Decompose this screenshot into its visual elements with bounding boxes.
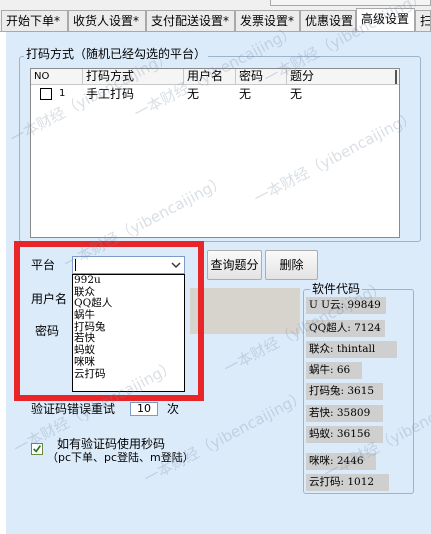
- tab-discount-settings[interactable]: 优惠设置: [300, 10, 356, 32]
- software-code-damatu: 打码兔: 3615: [306, 383, 383, 400]
- row-method: 手工打码: [86, 87, 135, 101]
- platform-option-mimi[interactable]: 咪咪: [73, 356, 184, 369]
- platform-option-woniu[interactable]: 蜗牛: [73, 309, 184, 322]
- row-password: 无: [239, 87, 252, 101]
- captcha-retry-unit: 次: [167, 402, 180, 416]
- platform-option-992u[interactable]: 992u: [73, 274, 184, 287]
- text-caret: [75, 259, 76, 271]
- software-code-ruokuai: 若快: 35809: [306, 405, 383, 422]
- tab-start-order[interactable]: 开始下单*: [1, 10, 68, 32]
- seckill-sublabel: （pc下单、pc登陆、m登陆）: [47, 451, 194, 464]
- row-score: 无: [290, 87, 303, 101]
- seckill-checkbox[interactable]: [31, 443, 43, 455]
- tab-invoice-settings[interactable]: 发票设置*: [235, 10, 300, 32]
- software-code-lianzhong: 联众: thintall: [306, 341, 397, 358]
- captcha-method-list[interactable]: NO 打码方式 用户名 密码 题分 1 手工打码 无 无 无: [30, 68, 400, 238]
- username-field[interactable]: [190, 288, 300, 334]
- row-no: 1: [59, 88, 66, 99]
- chevron-down-icon[interactable]: [168, 257, 184, 273]
- tab-payment-delivery[interactable]: 支付配送设置*: [146, 10, 235, 32]
- column-header-method[interactable]: 打码方式: [83, 69, 184, 85]
- software-code-uuyun: U U云: 99849: [306, 297, 386, 314]
- column-header-password[interactable]: 密码: [236, 69, 287, 85]
- tab-advanced-settings[interactable]: 高级设置: [356, 8, 415, 32]
- column-header-username[interactable]: 用户名: [184, 69, 236, 85]
- platform-option-yundama[interactable]: 云打码: [73, 368, 184, 381]
- checkmark-icon: [33, 445, 42, 453]
- seckill-label[interactable]: 如有验证码使用秒码: [57, 437, 165, 451]
- table-row[interactable]: 1 手工打码 无 无 无: [31, 86, 399, 102]
- captcha-retry-label: 验证码错误重试: [31, 402, 116, 416]
- captcha-retry-input[interactable]: 10: [130, 402, 158, 416]
- platform-dropdown-list[interactable]: 992u 联众 QQ超人 蜗牛 打码兔 若快 蚂蚁 咪咪 云打码: [72, 274, 185, 392]
- password-label: 密码: [35, 324, 60, 338]
- software-code-woniu: 蜗牛: 66: [306, 362, 362, 379]
- software-code-qqchaoren: QQ超人: 7124: [306, 320, 385, 337]
- row-checkbox[interactable]: [40, 88, 52, 100]
- platform-label: 平台: [31, 258, 56, 272]
- tab-receiver-settings[interactable]: 收货人设置*: [68, 10, 146, 32]
- captcha-method-group-title: 打码方式（随机已经勾选的平台）: [24, 47, 209, 61]
- top-strip: [270, 0, 431, 6]
- list-header: NO 打码方式 用户名 密码 题分: [31, 69, 399, 85]
- row-username: 无: [187, 87, 200, 101]
- query-score-button[interactable]: 查询题分: [207, 250, 262, 280]
- username-label: 用户名: [31, 292, 68, 306]
- column-header-score[interactable]: 题分: [287, 69, 395, 85]
- software-code-title: 软件代码: [310, 282, 363, 296]
- software-code-yundama: 云打码: 1012: [306, 474, 389, 491]
- column-resize-handle[interactable]: [395, 70, 397, 84]
- tab-scan[interactable]: 扫: [415, 10, 431, 32]
- software-code-mayi: 蚂蚁: 36156: [306, 426, 383, 443]
- software-code-mimi: 咪咪: 2446: [306, 453, 376, 470]
- tab-strip: 开始下单* 收货人设置* 支付配送设置* 发票设置* 优惠设置 高级设置 扫: [0, 0, 431, 32]
- platform-select[interactable]: [72, 256, 185, 274]
- column-header-no[interactable]: NO: [31, 69, 83, 85]
- delete-button[interactable]: 删除: [265, 250, 318, 280]
